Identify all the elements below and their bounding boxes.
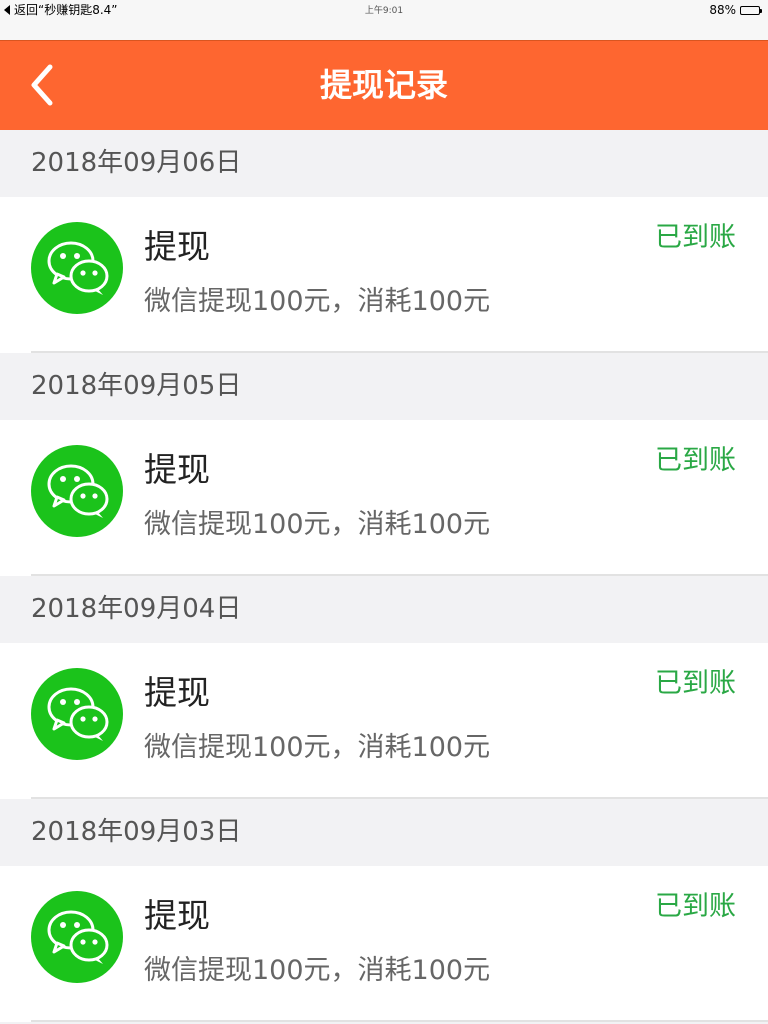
battery-percent: 88%	[709, 3, 736, 17]
wechat-icon	[31, 891, 123, 983]
record-item[interactable]: 提现 微信提现100元，消耗100元 已到账	[0, 420, 768, 576]
status-badge: 已到账	[655, 445, 736, 476]
date-header: 2018年09月04日	[0, 576, 768, 643]
record-group: 2018年09月05日 提现 微信提现100元，消耗100元 已到账	[0, 353, 768, 576]
page-title: 提现记录	[319, 66, 448, 104]
record-title: 提现	[144, 450, 210, 489]
chevron-left-icon	[31, 64, 53, 106]
record-description: 微信提现100元，消耗100元	[144, 286, 491, 317]
record-item[interactable]: 提现 微信提现100元，消耗100元 已到账	[0, 866, 768, 1022]
wechat-icon	[31, 668, 123, 760]
date-header: 2018年09月06日	[0, 130, 768, 197]
withdraw-record-list: 2018年09月06日 提现 微信提现100元，消耗100元 已到账 2018年…	[0, 130, 768, 1022]
record-description: 微信提现100元，消耗100元	[144, 955, 491, 986]
date-header: 2018年09月03日	[0, 799, 768, 866]
record-group: 2018年09月03日 提现 微信提现100元，消耗100元 已到账	[0, 799, 768, 1022]
status-badge: 已到账	[655, 891, 736, 922]
nav-bar: 提现记录	[0, 40, 768, 130]
wechat-icon	[31, 445, 123, 537]
record-group: 2018年09月06日 提现 微信提现100元，消耗100元 已到账	[0, 130, 768, 353]
record-item[interactable]: 提现 微信提现100元，消耗100元 已到账	[0, 643, 768, 799]
record-title: 提现	[144, 896, 210, 935]
record-title: 提现	[144, 673, 210, 712]
date-header: 2018年09月05日	[0, 353, 768, 420]
status-bar: 返回“秒赚钥匙8.4” 上午9:01 88%	[0, 0, 768, 40]
status-badge: 已到账	[655, 222, 736, 253]
back-button[interactable]	[22, 61, 70, 109]
battery-icon	[740, 5, 762, 15]
record-title: 提现	[144, 227, 210, 266]
record-group: 2018年09月04日 提现 微信提现100元，消耗100元 已到账	[0, 576, 768, 799]
status-badge: 已到账	[655, 668, 736, 699]
status-battery: 88%	[709, 3, 762, 17]
record-description: 微信提现100元，消耗100元	[144, 732, 491, 763]
wechat-icon	[31, 222, 123, 314]
record-description: 微信提现100元，消耗100元	[144, 509, 491, 540]
status-time: 上午9:01	[364, 6, 404, 16]
record-item[interactable]: 提现 微信提现100元，消耗100元 已到账	[0, 197, 768, 353]
